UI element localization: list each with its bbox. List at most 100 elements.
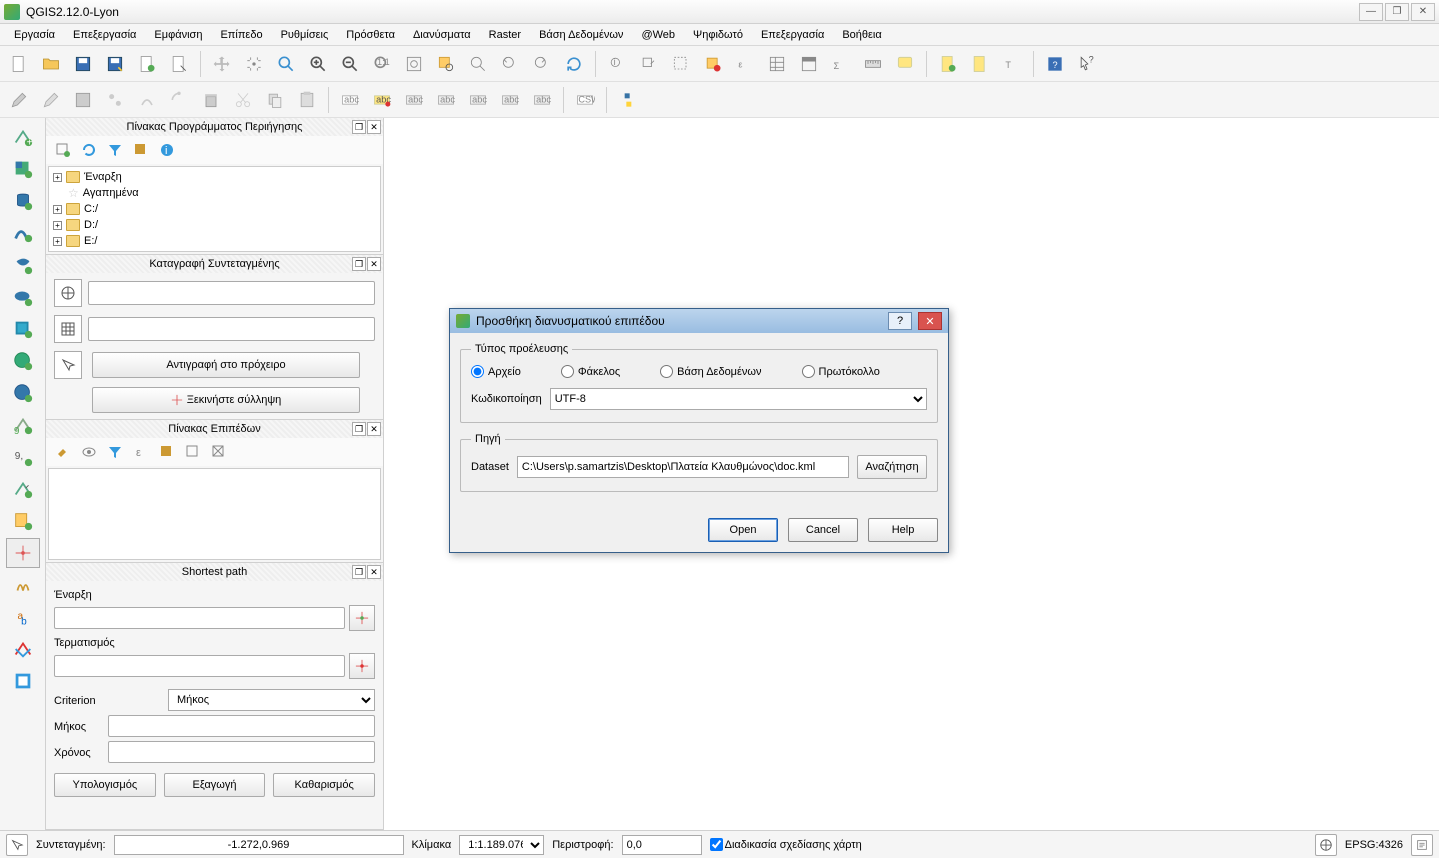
start-capture-button[interactable]: Ξεκινήστε σύλληψη [92, 387, 360, 413]
pan-to-selection-button[interactable] [239, 49, 269, 79]
menu-item[interactable]: @Web [633, 27, 683, 43]
add-raster-button[interactable] [6, 154, 40, 184]
new-composer-button[interactable] [132, 49, 162, 79]
vector-overlay-button[interactable] [6, 634, 40, 664]
panel-undock-button[interactable]: ❐ [352, 120, 366, 134]
roadgraph-button[interactable] [6, 570, 40, 600]
expand-icon[interactable] [158, 443, 176, 461]
properties-icon[interactable]: i [158, 141, 176, 159]
edit-button[interactable] [4, 85, 34, 115]
filter-icon[interactable] [106, 443, 124, 461]
refresh-button[interactable] [559, 49, 589, 79]
length-input[interactable] [108, 715, 375, 737]
clear-button[interactable]: Καθαρισμός [273, 773, 375, 797]
radio-protocol[interactable]: Πρωτόκολλο [802, 365, 880, 378]
save-edits-button[interactable] [68, 85, 98, 115]
pick-end-button[interactable] [349, 653, 375, 679]
node-tool-button[interactable] [164, 85, 194, 115]
panel-undock-button[interactable]: ❐ [352, 257, 366, 271]
bookmark-new-button[interactable] [933, 49, 963, 79]
menu-item[interactable]: Raster [481, 27, 529, 43]
add-csv-button[interactable]: 9 [6, 410, 40, 440]
scale-select[interactable]: 1:1.189.076 [459, 835, 544, 855]
deselect-button[interactable] [698, 49, 728, 79]
style-icon[interactable] [54, 443, 72, 461]
save-button[interactable] [68, 49, 98, 79]
text-annotation-button[interactable]: ab [6, 602, 40, 632]
browser-tree[interactable]: +Έναρξη ☆Αγαπημένα +C:/ +D:/ +E:/ +F:/ [48, 166, 381, 252]
coord-input[interactable] [114, 835, 404, 855]
label-abc-button[interactable]: abc [335, 85, 365, 115]
rotation-input[interactable] [622, 835, 702, 855]
panel-close-button[interactable]: ✕ [367, 422, 381, 436]
collapse-icon[interactable] [184, 443, 202, 461]
label-rotate-button[interactable]: abc [495, 85, 525, 115]
field-calculator-button[interactable] [794, 49, 824, 79]
layers-tree[interactable] [48, 468, 381, 560]
cut-button[interactable] [228, 85, 258, 115]
expression-select-button[interactable]: ε [730, 49, 760, 79]
messages-icon[interactable] [6, 834, 28, 856]
bookmarks-button[interactable] [965, 49, 995, 79]
menu-item[interactable]: Πρόσθετα [338, 27, 403, 43]
delete-selected-button[interactable] [196, 85, 226, 115]
dialog-help-button[interactable]: ? [888, 312, 912, 330]
add-wcs-button[interactable] [6, 346, 40, 376]
dialog-help-btn[interactable]: Help [868, 518, 938, 542]
panel-close-button[interactable]: ✕ [367, 565, 381, 579]
expander-icon[interactable]: + [53, 221, 62, 230]
copy-button[interactable] [260, 85, 290, 115]
whats-this-button[interactable]: ? [1072, 49, 1102, 79]
menu-item[interactable]: Επεξεργασία [65, 27, 144, 43]
menu-item[interactable]: Επίπεδο [212, 27, 270, 43]
collapse-icon[interactable] [132, 141, 150, 159]
add-postgis-button[interactable] [6, 186, 40, 216]
crs-icon[interactable] [1315, 834, 1337, 856]
select-radius-button[interactable] [666, 49, 696, 79]
zoom-in-button[interactable] [303, 49, 333, 79]
radio-db[interactable]: Βάση Δεδομένων [660, 365, 761, 378]
zoom-next-button[interactable] [527, 49, 557, 79]
radio-dir[interactable]: Φάκελος [561, 365, 620, 378]
add-delimited-button[interactable]: 9, [6, 442, 40, 472]
crs-picker-button[interactable] [54, 279, 82, 307]
menu-item[interactable]: Βοήθεια [834, 27, 889, 43]
visibility-icon[interactable] [80, 443, 98, 461]
zoom-out-button[interactable] [335, 49, 365, 79]
label-pin-button[interactable]: abc [399, 85, 429, 115]
processing-button[interactable] [6, 666, 40, 696]
pan-button[interactable] [207, 49, 237, 79]
zoom-last-button[interactable] [495, 49, 525, 79]
add-wfs-button[interactable] [6, 378, 40, 408]
dataset-input[interactable] [517, 456, 849, 478]
map-tips-button[interactable] [890, 49, 920, 79]
calculate-button[interactable]: Υπολογισμός [54, 773, 156, 797]
cancel-button[interactable]: Cancel [788, 518, 858, 542]
csw-button[interactable]: CSW [570, 85, 600, 115]
coord-input-1[interactable] [88, 281, 375, 305]
add-vector-button[interactable]: + [6, 122, 40, 152]
epsg-label[interactable]: EPSG:4326 [1345, 839, 1403, 851]
save-as-button[interactable] [100, 49, 130, 79]
expander-icon[interactable]: + [53, 205, 62, 214]
move-feature-button[interactable] [132, 85, 162, 115]
radio-file[interactable]: Αρχείο [471, 365, 521, 378]
add-feature-button[interactable] [100, 85, 130, 115]
time-input[interactable] [108, 741, 375, 763]
refresh-icon[interactable] [80, 141, 98, 159]
filter-icon[interactable] [106, 141, 124, 159]
mouse-track-button[interactable] [54, 351, 82, 379]
label-move-button[interactable]: abc [463, 85, 493, 115]
dialog-close-button[interactable]: ✕ [918, 312, 942, 330]
criterion-select[interactable]: Μήκος [168, 689, 375, 711]
statistics-button[interactable]: Σ [826, 49, 856, 79]
open-button[interactable]: Open [708, 518, 778, 542]
help-button[interactable]: ? [1040, 49, 1070, 79]
select-features-button[interactable] [634, 49, 664, 79]
measure-button[interactable] [858, 49, 888, 79]
zoom-native-button[interactable]: 1:1 [367, 49, 397, 79]
zoom-full-button[interactable] [399, 49, 429, 79]
expander-icon[interactable]: + [53, 237, 62, 246]
panel-undock-button[interactable]: ❐ [352, 565, 366, 579]
georef-icon[interactable] [6, 538, 40, 568]
